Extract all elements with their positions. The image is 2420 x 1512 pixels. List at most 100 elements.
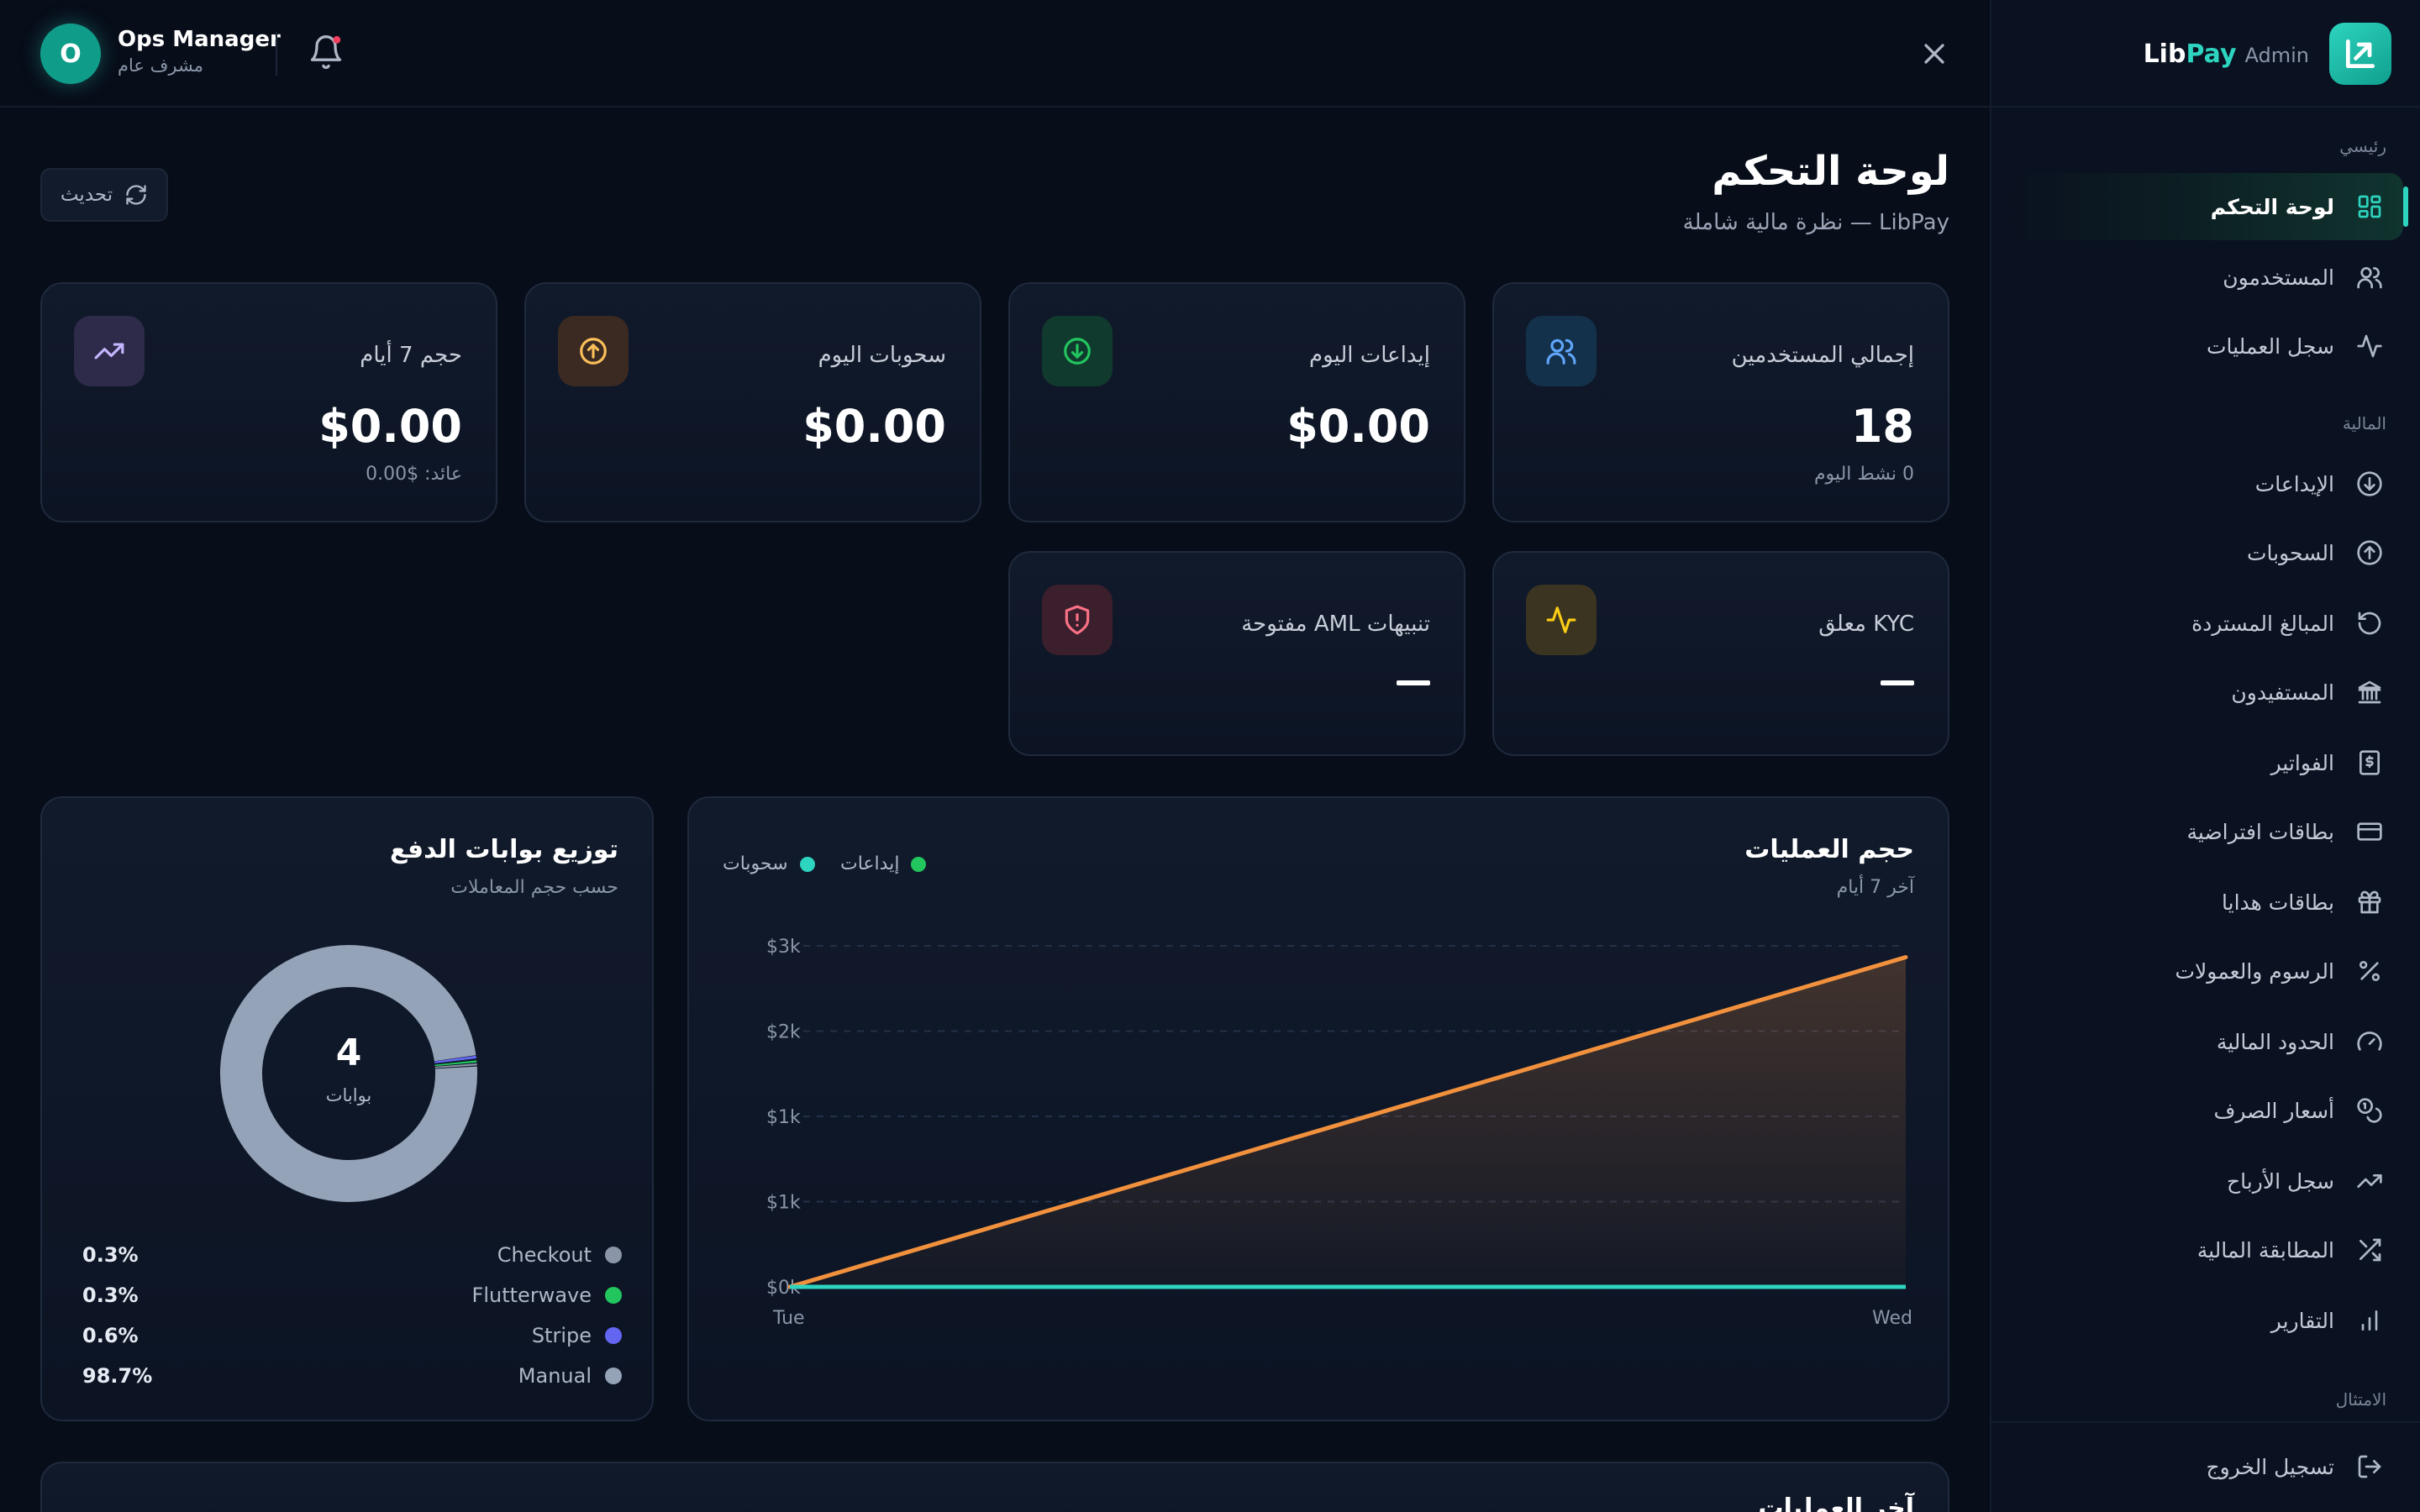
logout-label: تسجيل الخروج	[2206, 1454, 2334, 1479]
gateway-label: Checkout	[497, 1243, 622, 1267]
stat-title: سحوبات اليوم	[818, 343, 946, 368]
sidebar-item-limits[interactable]: الحدود المالية	[2007, 1008, 2403, 1075]
stat-card-kyc-pending[interactable]: KYC معلق	[1492, 551, 1949, 756]
brand-logo-icon	[2329, 23, 2391, 85]
stat-title: إجمالي المستخدمين	[1731, 343, 1914, 368]
brand[interactable]: Lib Pay Admin	[2144, 22, 2391, 86]
stat-empty-dash	[1881, 680, 1914, 685]
donut-center-label: بوابات	[325, 1085, 372, 1105]
sidebar-item-label: لوحة التحكم	[2210, 194, 2334, 219]
refresh-label: تحديث	[60, 184, 113, 206]
gateway-row-manual[interactable]: 98.7% Manual	[42, 1364, 655, 1398]
sidebar-item-label: أسعار الصرف	[2213, 1098, 2334, 1123]
section-label-finance: المالية	[2342, 413, 2386, 433]
sidebar-item-label: المبالغ المستردة	[2191, 611, 2334, 636]
sidebar-item-label: بطاقات هدايا	[2222, 890, 2334, 915]
sidebar-item-gift-cards[interactable]: بطاقات هدايا	[2007, 869, 2403, 936]
stat-card-volume-7d[interactable]: حجم 7 أيام $0.00 عائد: $0.00	[40, 282, 497, 522]
trending-up-icon	[2354, 1166, 2385, 1196]
stat-card-deposits-today[interactable]: إيداعات اليوم $0.00	[1008, 282, 1465, 522]
sidebar-item-withdrawals[interactable]: السحوبات	[2007, 519, 2403, 586]
gateway-row-flutterwave[interactable]: 0.3% Flutterwave	[42, 1284, 655, 1317]
stat-card-withdrawals-today[interactable]: سحوبات اليوم $0.00	[524, 282, 981, 522]
stat-card-aml-alerts[interactable]: تنبيهات AML مفتوحة	[1008, 551, 1465, 756]
x-tick-label: Wed	[1872, 1308, 1912, 1329]
topbar: O Ops Manager مشرف عام	[0, 0, 1990, 108]
page-subtitle: LibPay — نظرة مالية شاملة	[1682, 210, 1949, 235]
sidebar-item-beneficiaries[interactable]: المستفيدون	[2007, 659, 2403, 726]
sidebar-item-deposits[interactable]: الإيداعات	[2007, 450, 2403, 517]
stat-sub: 0 نشط اليوم	[1813, 464, 1914, 485]
gateway-name: Manual	[518, 1364, 592, 1388]
users-icon	[1526, 316, 1597, 386]
logout-button[interactable]: تسجيل الخروج	[2007, 1433, 2403, 1500]
dashboard-grid-icon	[2354, 192, 2385, 222]
gateway-label: Manual	[518, 1364, 622, 1388]
arrow-down-circle-icon	[1042, 316, 1113, 386]
gateway-row-stripe[interactable]: 0.6% Stripe	[42, 1324, 655, 1357]
shield-alert-icon	[1042, 585, 1113, 655]
y-tick-label: $1k	[766, 1107, 801, 1128]
sidebar-item-label: المستفيدون	[2231, 680, 2334, 705]
stat-empty-dash	[1397, 680, 1430, 685]
recent-transactions-title: آخر العمليات	[1758, 1494, 1914, 1512]
refresh-button[interactable]: تحديث	[40, 168, 168, 222]
invoice-icon	[2354, 748, 2385, 778]
sidebar-item-virtual-cards[interactable]: بطاقات افتراضية	[2007, 798, 2403, 865]
bar-chart-icon	[2354, 1305, 2385, 1336]
y-tick-label: $1k	[766, 1193, 801, 1214]
percent-icon	[2354, 956, 2385, 986]
gift-icon	[2354, 887, 2385, 917]
sidebar-item-fees[interactable]: الرسوم والعمولات	[2007, 937, 2403, 1005]
brand-pay: Pay	[2186, 39, 2237, 69]
arrow-down-circle-icon	[2354, 469, 2385, 499]
activity-icon	[1526, 585, 1597, 655]
arrow-up-circle-icon	[2354, 538, 2385, 568]
sidebar-item-activity-log[interactable]: سجل العمليات	[2007, 312, 2403, 380]
sidebar-item-reconciliation[interactable]: المطابقة المالية	[2007, 1216, 2403, 1284]
activity-icon	[2354, 331, 2385, 361]
sidebar-item-exchange-rates[interactable]: أسعار الصرف	[2007, 1077, 2403, 1144]
arrow-up-circle-icon	[558, 316, 629, 386]
brand-name: Lib Pay Admin	[2144, 39, 2309, 69]
y-tick-label: $2k	[766, 1022, 801, 1043]
gauge-icon	[2354, 1026, 2385, 1057]
logout-icon	[2354, 1452, 2385, 1482]
gateway-percent: 0.3%	[82, 1284, 139, 1307]
topbar-divider	[276, 32, 277, 76]
stat-title: KYC معلق	[1818, 612, 1914, 637]
gateway-dot	[605, 1368, 622, 1384]
credit-card-icon	[2354, 816, 2385, 847]
sidebar-item-label: التقارير	[2270, 1308, 2334, 1333]
close-icon[interactable]	[1918, 37, 1951, 71]
donut-center-value: 4	[335, 1032, 362, 1074]
gateway-dot	[605, 1287, 622, 1304]
gateway-chart-panel: توزيع بوابات الدفع حسب حجم المعاملات 4 ب…	[40, 796, 654, 1421]
sidebar-item-refunds[interactable]: المبالغ المستردة	[2007, 590, 2403, 657]
gateway-name: Flutterwave	[471, 1284, 592, 1307]
sidebar-divider	[1991, 106, 2420, 108]
notifications-bell-icon[interactable]	[308, 34, 345, 71]
y-tick-label: $3k	[766, 937, 801, 958]
sidebar-item-dashboard[interactable]: لوحة التحكم	[2007, 173, 2408, 240]
sidebar-item-reports[interactable]: التقارير	[2007, 1287, 2403, 1354]
refresh-icon	[124, 183, 148, 207]
stat-title: تنبيهات AML مفتوحة	[1241, 612, 1430, 637]
brand-lib: Lib	[2143, 39, 2186, 69]
gateway-name: Checkout	[497, 1243, 592, 1267]
stat-sub: عائد: $0.00	[366, 464, 462, 485]
sidebar-item-label: الفواتير	[2270, 750, 2334, 775]
gateway-row-checkout[interactable]: 0.3% Checkout	[42, 1243, 655, 1277]
avatar[interactable]: O	[40, 24, 101, 84]
user-name: Ops Manager	[118, 27, 281, 52]
sidebar-item-users[interactable]: المستخدمون	[2007, 244, 2403, 311]
gateway-name: Stripe	[531, 1324, 592, 1347]
sidebar: Lib Pay Admin رئيسي لوحة التحكم المستخدمون…	[1990, 0, 2420, 1512]
sidebar-item-profits[interactable]: سجل الأرباح	[2007, 1147, 2403, 1215]
volume-chart-panel: حجم العمليات آخر 7 أيام إيداعات سحوبات $…	[687, 796, 1949, 1421]
sidebar-item-label: بطاقات افتراضية	[2186, 819, 2335, 844]
area-chart: $0k$1k$1k$2k$3kTue Wed	[766, 937, 1912, 1329]
user-role: مشرف عام	[118, 55, 203, 76]
sidebar-item-invoices[interactable]: الفواتير	[2007, 729, 2403, 796]
stat-card-total-users[interactable]: إجمالي المستخدمين 18 0 نشط اليوم	[1492, 282, 1949, 522]
